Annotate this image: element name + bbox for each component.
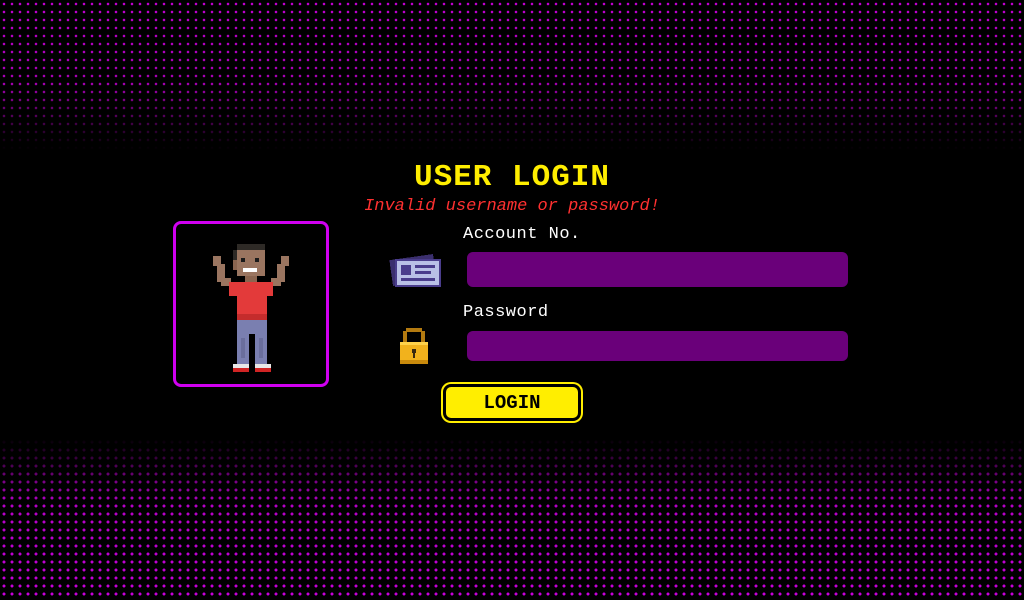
pixel-character-avatar	[213, 244, 289, 372]
error-message: Invalid username or password!	[364, 197, 660, 216]
padlock-icon	[400, 328, 428, 364]
password-label: Password	[463, 303, 549, 322]
account-number-input[interactable]	[467, 252, 848, 287]
id-card-icon	[389, 254, 441, 287]
dot-pattern-bottom	[0, 438, 1024, 600]
dot-pattern-top	[0, 0, 1024, 150]
login-page: USER LOGIN Invalid username or password!	[0, 0, 1024, 600]
page-title: USER LOGIN	[413, 160, 611, 195]
login-button[interactable]: LOGIN	[443, 384, 581, 421]
avatar-frame	[173, 221, 329, 387]
password-input[interactable]	[467, 331, 848, 361]
account-number-label: Account No.	[463, 225, 581, 244]
